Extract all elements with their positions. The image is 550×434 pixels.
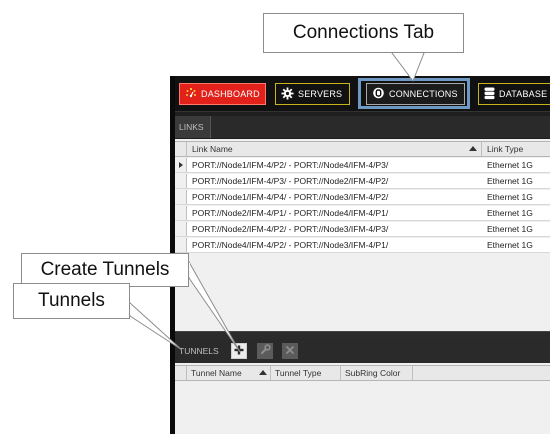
close-icon — [285, 342, 295, 360]
tab-dashboard[interactable]: DASHBOARD — [179, 83, 266, 105]
links-grid: Link Name Link Type PORT://Node1/IFM-4/P… — [175, 139, 550, 331]
current-row-icon — [179, 162, 183, 168]
column-link-name[interactable]: Link Name — [187, 142, 482, 156]
column-tunnel-name[interactable]: Tunnel Name — [187, 366, 271, 380]
column-subring-color[interactable]: SubRing Color — [341, 366, 413, 380]
link-name-cell: PORT://Node4/IFM-4/P2/ - PORT://Node3/IF… — [192, 240, 389, 250]
database-icon — [484, 87, 495, 102]
plus-icon — [234, 342, 244, 360]
tab-servers-label: SERVERS — [298, 89, 343, 99]
link-type-cell: Ethernet 1G — [487, 240, 533, 250]
column-link-type[interactable]: Link Type — [482, 142, 550, 156]
row-indicator — [175, 238, 187, 252]
row-indicator — [175, 174, 187, 188]
row-indicator — [175, 158, 187, 172]
tunnels-grid-header: Tunnel Name Tunnel Type SubRing Color — [175, 365, 550, 381]
edit-tunnel-button[interactable] — [257, 343, 273, 359]
top-nav-bar: DASHBOARD SERVERS CONNECTIONS DATABASE — [175, 76, 550, 112]
links-section-label: LINKS — [175, 116, 211, 138]
connections-tab-highlight — [358, 78, 470, 109]
row-indicator — [175, 222, 187, 236]
create-tunnel-button[interactable] — [231, 343, 247, 359]
link-type-cell: Ethernet 1G — [487, 160, 533, 170]
link-name-cell: PORT://Node1/IFM-4/P3/ - PORT://Node2/IF… — [192, 176, 389, 186]
link-type-cell: Ethernet 1G — [487, 192, 533, 202]
column-tunnel-type[interactable]: Tunnel Type — [271, 366, 341, 380]
table-row[interactable]: PORT://Node2/IFM-4/P2/ - PORT://Node3/IF… — [175, 222, 550, 237]
link-type-cell: Ethernet 1G — [487, 224, 533, 234]
callout-tunnels: Tunnels — [13, 283, 130, 319]
tunnels-section-label: TUNNELS — [179, 346, 219, 356]
links-section-bar: LINKS — [175, 116, 550, 138]
link-type-cell: Ethernet 1G — [487, 176, 533, 186]
panel-splitter[interactable] — [175, 331, 550, 339]
table-row[interactable]: PORT://Node1/IFM-4/P3/ - PORT://Node2/IF… — [175, 174, 550, 189]
column-link-type-label: Link Type — [487, 144, 524, 154]
link-name-cell: PORT://Node1/IFM-4/P2/ - PORT://Node4/IF… — [192, 160, 389, 170]
link-type-cell: Ethernet 1G — [487, 208, 533, 218]
row-indicator-column — [175, 142, 187, 156]
tunnels-grid: Tunnel Name Tunnel Type SubRing Color — [175, 363, 550, 434]
table-row[interactable]: PORT://Node2/IFM-4/P1/ - PORT://Node4/IF… — [175, 206, 550, 221]
column-tunnel-type-label: Tunnel Type — [275, 368, 322, 378]
tab-servers[interactable]: SERVERS — [275, 83, 350, 105]
link-name-cell: PORT://Node2/IFM-4/P1/ - PORT://Node4/IF… — [192, 208, 389, 218]
callout-connections-tab: Connections Tab — [263, 13, 464, 53]
dashboard-icon — [185, 87, 197, 101]
table-row[interactable]: PORT://Node1/IFM-4/P4/ - PORT://Node3/IF… — [175, 190, 550, 205]
tab-database[interactable]: DATABASE — [478, 83, 550, 105]
column-link-name-label: Link Name — [192, 144, 233, 154]
delete-tunnel-button[interactable] — [282, 343, 298, 359]
row-indicator — [175, 190, 187, 204]
sort-ascending-icon — [469, 146, 477, 151]
wrench-icon — [260, 342, 271, 360]
row-indicator — [175, 206, 187, 220]
tab-dashboard-label: DASHBOARD — [201, 89, 260, 99]
tunnels-section-bar: TUNNELS — [175, 339, 550, 363]
column-tunnel-name-label: Tunnel Name — [191, 368, 242, 378]
column-subring-color-label: SubRing Color — [345, 368, 401, 378]
sort-ascending-icon — [259, 370, 267, 375]
row-indicator-column — [175, 366, 187, 380]
gear-icon — [281, 87, 294, 102]
link-name-cell: PORT://Node2/IFM-4/P2/ - PORT://Node3/IF… — [192, 224, 389, 234]
table-row[interactable]: PORT://Node4/IFM-4/P2/ - PORT://Node3/IF… — [175, 238, 550, 253]
links-grid-header: Link Name Link Type — [175, 141, 550, 157]
tab-database-label: DATABASE — [499, 89, 548, 99]
table-row[interactable]: PORT://Node1/IFM-4/P2/ - PORT://Node4/IF… — [175, 158, 550, 173]
app-window: DASHBOARD SERVERS CONNECTIONS DATABASE L… — [170, 76, 550, 434]
link-name-cell: PORT://Node1/IFM-4/P4/ - PORT://Node3/IF… — [192, 192, 389, 202]
callout-create-tunnels: Create Tunnels — [21, 253, 189, 287]
